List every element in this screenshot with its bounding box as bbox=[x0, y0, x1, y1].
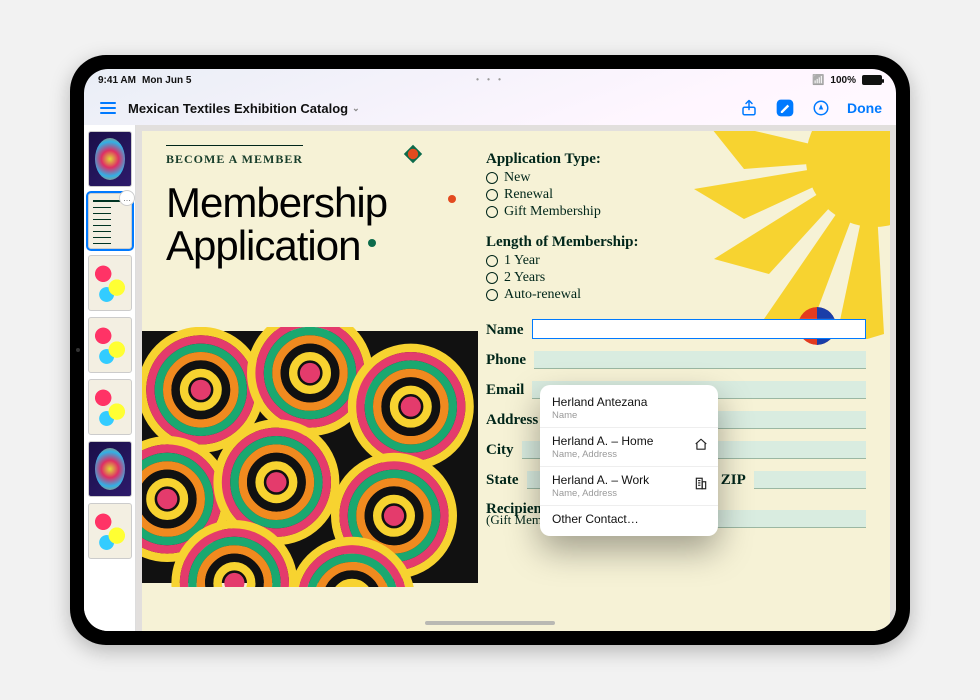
document-page: BECOME A MEMBER Membership Application bbox=[142, 131, 890, 631]
section-title: Application Type: bbox=[486, 151, 866, 168]
battery-icon bbox=[862, 75, 882, 85]
radio-icon bbox=[486, 255, 498, 267]
autofill-suggestion[interactable]: Herland A. – Work Name, Address bbox=[540, 467, 718, 506]
markup-icon[interactable] bbox=[775, 98, 795, 118]
autofill-suggestion-title: Herland A. – Work bbox=[552, 473, 686, 487]
radio-icon bbox=[486, 172, 498, 184]
field-label-city: City bbox=[486, 442, 514, 459]
radio-icon bbox=[486, 272, 498, 284]
page-thumbnail[interactable] bbox=[88, 317, 132, 373]
home-icon bbox=[694, 438, 708, 457]
field-label-phone: Phone bbox=[486, 352, 526, 369]
radio-icon bbox=[486, 189, 498, 201]
autofill-icon[interactable] bbox=[811, 98, 831, 118]
headline-line: Membership bbox=[166, 182, 466, 225]
ornament-dot-icon bbox=[368, 239, 376, 247]
ornament-diamond-icon bbox=[400, 141, 426, 167]
radio-icon bbox=[486, 289, 498, 301]
autofill-suggestion-sub: Name, Address bbox=[552, 488, 686, 499]
multitask-dots-icon[interactable]: • • • bbox=[476, 75, 504, 84]
zip-input[interactable] bbox=[754, 471, 866, 489]
page-headline: Membership Application bbox=[166, 182, 466, 268]
chevron-down-icon: ⌄ bbox=[352, 103, 360, 114]
toolbar: Mexican Textiles Exhibition Catalog ⌄ Do… bbox=[84, 91, 896, 125]
phone-input[interactable] bbox=[534, 351, 866, 369]
radio-option-renewal[interactable]: Renewal bbox=[486, 187, 866, 203]
wifi-icon bbox=[812, 75, 824, 86]
option-label: New bbox=[504, 170, 530, 186]
page-thumbnail[interactable] bbox=[88, 503, 132, 559]
page-canvas[interactable]: BECOME A MEMBER Membership Application bbox=[136, 125, 896, 631]
autofill-other-label: Other Contact… bbox=[552, 512, 686, 526]
radio-option-new[interactable]: New bbox=[486, 170, 866, 186]
battery-percent: 100% bbox=[830, 75, 856, 86]
list-icon bbox=[100, 102, 116, 114]
page-thumbnail[interactable] bbox=[88, 379, 132, 435]
option-label: Renewal bbox=[504, 187, 553, 203]
headline-line: Application bbox=[166, 225, 466, 268]
radio-icon bbox=[486, 206, 498, 218]
ornament-dot-icon bbox=[448, 195, 456, 203]
document-title[interactable]: Mexican Textiles Exhibition Catalog ⌄ bbox=[128, 101, 360, 116]
radio-option-auto[interactable]: Auto-renewal bbox=[486, 287, 866, 303]
name-input[interactable] bbox=[532, 319, 867, 339]
field-label-name: Name bbox=[486, 322, 524, 339]
autofill-suggestion[interactable]: Herland Antezana Name bbox=[540, 389, 718, 428]
field-label-state: State bbox=[486, 472, 519, 489]
share-icon[interactable] bbox=[739, 98, 759, 118]
field-label-address: Address bbox=[486, 412, 538, 429]
autofill-suggestion[interactable]: Herland A. – Home Name, Address bbox=[540, 428, 718, 467]
screen: 9:41 AM Mon Jun 5 • • • 100% Mexican Tex… bbox=[84, 69, 896, 631]
field-label-email: Email bbox=[486, 382, 524, 399]
radio-option-gift[interactable]: Gift Membership bbox=[486, 204, 866, 220]
sidebar-toggle-icon[interactable] bbox=[98, 98, 118, 118]
autofill-suggestion-title: Herland A. – Home bbox=[552, 434, 686, 448]
section-kicker: BECOME A MEMBER bbox=[166, 145, 303, 167]
status-date: Mon Jun 5 bbox=[142, 75, 191, 86]
option-label: 2 Years bbox=[504, 270, 545, 286]
autofill-suggestion-sub: Name bbox=[552, 410, 686, 421]
home-indicator[interactable] bbox=[425, 621, 555, 625]
page-thumbnail[interactable]: … bbox=[88, 193, 132, 249]
field-label-zip: ZIP bbox=[721, 472, 746, 489]
autofill-other-contact[interactable]: Other Contact… bbox=[540, 506, 718, 532]
radio-option-1year[interactable]: 1 Year bbox=[486, 253, 866, 269]
status-time: 9:41 AM bbox=[98, 75, 136, 86]
autofill-suggestion-sub: Name, Address bbox=[552, 449, 686, 460]
autofill-popover: Herland Antezana Name Herland A. – Home … bbox=[540, 385, 718, 536]
ipad-frame: 9:41 AM Mon Jun 5 • • • 100% Mexican Tex… bbox=[70, 55, 910, 645]
page-thumbnails-rail[interactable]: … bbox=[84, 125, 136, 631]
option-label: Gift Membership bbox=[504, 204, 601, 220]
option-label: 1 Year bbox=[504, 253, 540, 269]
done-button[interactable]: Done bbox=[847, 100, 882, 116]
status-bar: 9:41 AM Mon Jun 5 • • • 100% bbox=[84, 69, 896, 91]
page-thumbnail[interactable] bbox=[88, 255, 132, 311]
textile-illustration bbox=[142, 327, 478, 587]
comment-bubble-icon[interactable]: … bbox=[119, 190, 135, 206]
document-title-label: Mexican Textiles Exhibition Catalog bbox=[128, 101, 348, 116]
radio-option-2years[interactable]: 2 Years bbox=[486, 270, 866, 286]
building-icon bbox=[694, 477, 708, 496]
section-title: Length of Membership: bbox=[486, 234, 866, 251]
autofill-suggestion-title: Herland Antezana bbox=[552, 395, 686, 409]
page-thumbnail[interactable] bbox=[88, 441, 132, 497]
page-thumbnail[interactable] bbox=[88, 131, 132, 187]
option-label: Auto-renewal bbox=[504, 287, 581, 303]
